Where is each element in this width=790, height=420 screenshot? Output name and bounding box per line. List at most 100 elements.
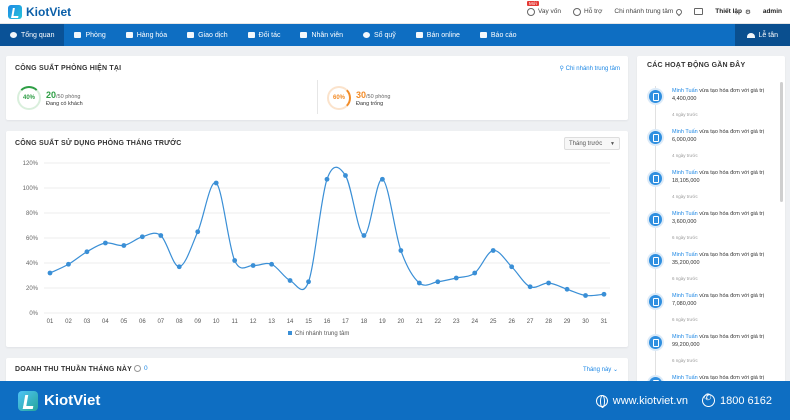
branch-selector[interactable]: Chi nhánh trung tâm [614,7,684,16]
empty-stat: 60% 30/50 phòng Đang trống [327,86,390,110]
activities-scrollbar[interactable] [780,82,783,202]
y-tick-label: 100% [23,186,39,192]
activity-user[interactable]: Minh Tuấn [672,293,698,299]
x-tick-label: 30 [582,319,589,325]
revenue-period-dropdown[interactable]: Tháng này ⌄ [583,366,618,373]
nav-doi-tac[interactable]: Đối tác [238,24,291,46]
activity-amount: 7,080,000 [672,300,697,307]
nav-label: Báo cáo [490,31,517,39]
empty-percent: 60% [332,95,345,101]
activity-text: Minh Tuấn vừa tạo hóa đơn với giá trị 6,… [672,129,776,144]
activity-time: 6 ngày trước [672,317,698,322]
x-tick-label: 15 [305,319,312,325]
nav-label: Đối tác [258,31,281,39]
y-tick-label: 0% [29,311,38,317]
legend-label: Chi nhánh trung tâm [295,331,349,337]
series-line [49,166,605,297]
activity-user[interactable]: Minh Tuấn [672,211,698,217]
invoice-icon [649,90,662,103]
user-menu[interactable]: admin [763,8,782,15]
nav-nhan-vien[interactable]: Nhân viên [290,24,353,46]
activity-action: vừa tạo hóa đơn với giá trị [699,252,764,258]
x-tick-label: 04 [102,319,109,325]
chevron-down-icon: ⌄ [612,367,618,373]
activity-time: 6 ngày trước [672,276,698,281]
x-tick-label: 27 [527,319,534,325]
phone-text: 1800 6162 [720,394,772,407]
footer-logo[interactable]: KiotViet [18,390,101,411]
nav-giao-dich[interactable]: Giao dịch [177,24,238,46]
x-tick-label: 09 [194,319,201,325]
data-point [103,240,108,246]
location-icon [675,7,684,16]
current-capacity-card: CÔNG SUẤT PHÒNG HIỆN TẠI ⚲ Chi nhánh tru… [6,56,628,120]
person-icon [247,32,255,38]
capacity-title: CÔNG SUẤT PHÒNG HIỆN TẠI [15,65,122,72]
data-point [250,263,256,268]
chart-icon [479,32,487,38]
website-link[interactable]: www.kiotviet.vn [595,394,688,408]
data-point [213,180,219,186]
activity-user[interactable]: Minh Tuấn [672,170,698,176]
data-point [66,261,71,267]
activity-user[interactable]: Minh Tuấn [672,252,698,258]
app-logo[interactable]: KiotViet [8,4,71,19]
data-point [324,176,330,182]
revenue-period-value: Tháng này [582,367,612,373]
data-point [546,280,551,286]
period-value: Tháng trước [569,140,603,147]
data-point [121,243,127,248]
x-tick-label: 20 [398,319,405,325]
period-dropdown[interactable]: Tháng trước ▼ [564,137,620,150]
branch-filter-link[interactable]: ⚲ Chi nhánh trung tâm [560,65,620,72]
nav-hang-hoa[interactable]: Hàng hóa [116,24,177,46]
nav-bao-cao[interactable]: Báo cáo [470,24,527,46]
activity-amount: 35,200,000 [672,259,700,266]
nav-label: Sổ quỹ [374,31,396,39]
money-icon [527,7,535,16]
location-pin-icon: ⚲ [559,66,564,72]
footer-banner: KiotViet www.kiotviet.vn 1800 6162 [0,381,790,420]
support-icon [573,7,582,16]
occupied-label: Đang có khách [46,100,83,107]
phone-link[interactable]: 1800 6162 [702,392,772,407]
usage-line-chart: 0% 20% 40% 60% 80% 100% 120% 01 02 03 04 05 06 07 08 09… [23,161,610,337]
gear-icon: ⚙ [745,8,751,16]
activity-text: Minh Tuấn vừa tạo hóa đơn với giá trị 18… [672,170,776,185]
activity-action: vừa tạo hóa đơn với giá trị [699,334,764,340]
activity-user[interactable]: Minh Tuấn [672,129,698,135]
data-point [343,173,348,178]
people-icon [300,32,308,38]
usage-title: CÔNG SUẤT SỬ DỤNG PHÒNG THÁNG TRƯỚC [15,140,182,147]
reception-label: Lễ tân [758,31,778,39]
data-point [287,278,293,283]
activity-user[interactable]: Minh Tuấn [672,88,698,94]
activity-user[interactable]: Minh Tuấn [672,334,698,340]
activity-time: 4 ngày trước [672,112,698,117]
invoice-icon [649,213,662,226]
reception-button[interactable]: Lễ tân [734,24,790,46]
data-point [490,248,496,253]
nav-tong-quan[interactable]: Tổng quan [0,24,65,46]
loan-link[interactable]: Mới Vay vốn [527,0,561,16]
x-tick-label: 11 [232,319,239,325]
activity-amount: 6,000,000 [672,136,697,143]
kiotviet-logo-icon [18,390,38,411]
data-point [453,275,459,281]
activity-action: vừa tạo hóa đơn với giá trị [699,211,764,217]
nav-phong[interactable]: Phòng [64,24,115,46]
x-tick-label: 06 [139,319,146,325]
mail-icon[interactable] [694,8,704,15]
eye-icon [10,32,17,38]
coin-icon [363,32,370,38]
settings-button[interactable]: Thiết lập ⚙ [715,8,751,16]
x-tick-label: 01 [47,319,54,325]
invoice-icon [649,295,662,308]
nav-ban-online[interactable]: Bán online [406,24,470,46]
nav-so-quy[interactable]: Sổ quỹ [353,24,406,46]
x-tick-label: 31 [601,319,608,325]
y-tick-label: 120% [23,161,39,167]
data-point [398,248,404,253]
footer-brand: KiotViet [44,392,101,409]
support-link[interactable]: Hỗ trợ [573,7,602,16]
